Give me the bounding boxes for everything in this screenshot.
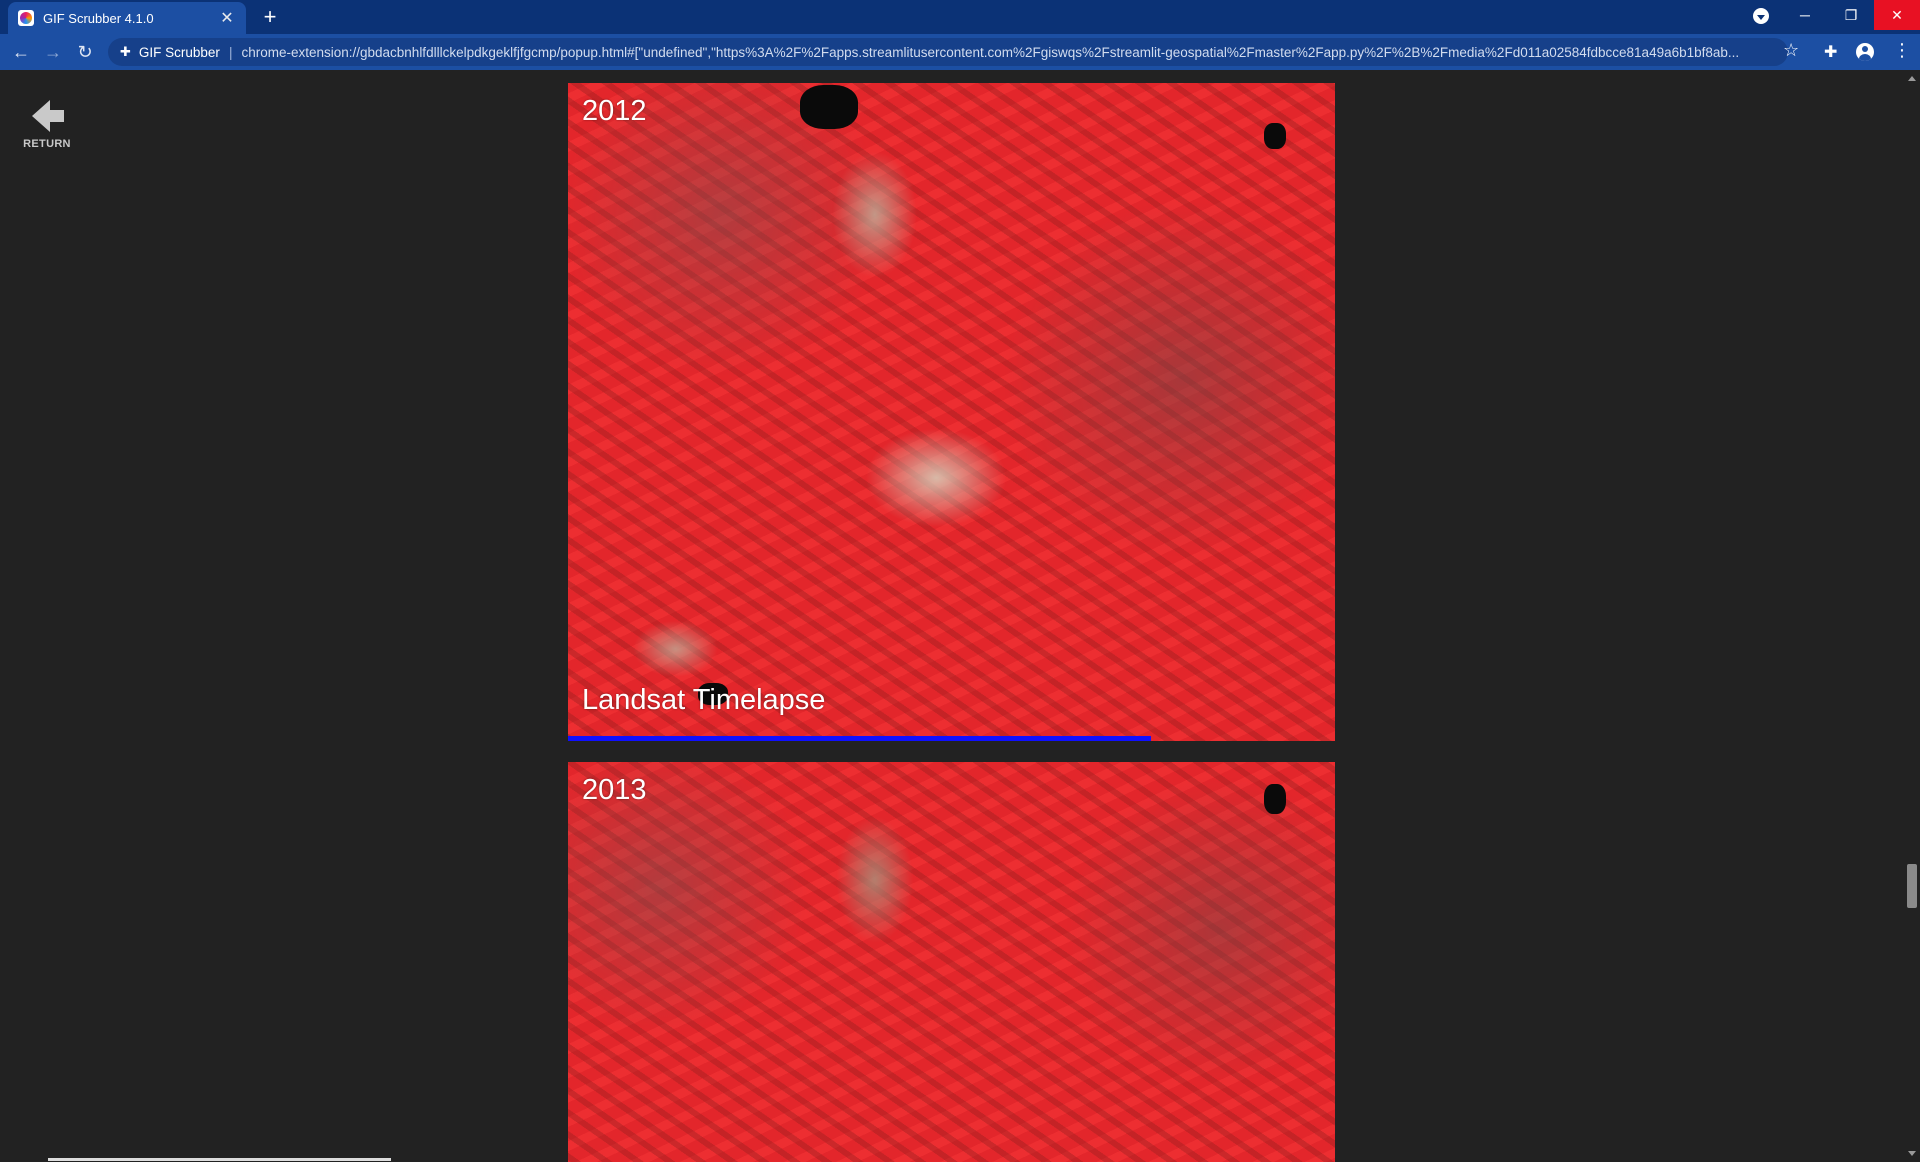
profile-avatar-icon[interactable] (1856, 43, 1874, 61)
return-arrow-icon (32, 100, 64, 132)
frame-year-label: 2013 (582, 774, 647, 806)
scroll-down-icon[interactable] (1908, 1151, 1916, 1156)
restore-button[interactable]: ❐ (1828, 0, 1874, 30)
frame-progress-bar[interactable] (568, 736, 1335, 741)
extension-puzzle-icon: ✚ (120, 44, 131, 59)
browser-titlebar: GIF Scrubber 4.1.0 ✕ + ─ ❐ ✕ (0, 0, 1920, 34)
minimize-button[interactable]: ─ (1782, 0, 1828, 30)
forward-arrow-icon[interactable]: → (41, 40, 65, 64)
gif-frame-2013[interactable]: 2013 (568, 762, 1335, 1162)
extensions-puzzle-icon[interactable]: ✚ (1824, 42, 1837, 62)
gif-frame-2012[interactable]: 2012 Landsat Timelapse (568, 83, 1335, 741)
frame-progress-fill (568, 736, 1151, 741)
vertical-scrollbar[interactable] (1904, 70, 1920, 1162)
frame-year-label: 2012 (582, 95, 647, 127)
gif-scrubber-favicon-icon (18, 10, 34, 26)
return-button[interactable]: RETURN (22, 100, 72, 160)
gif-scrubber-page: RETURN 2012 Landsat Timelapse 2013 (0, 70, 1920, 1162)
tab-close-icon[interactable]: ✕ (218, 8, 236, 28)
address-bar[interactable]: ✚ GIF Scrubber | chrome-extension://gbda… (108, 38, 1788, 66)
horizontal-scroll-indicator[interactable] (48, 1158, 391, 1161)
browser-menu-icon[interactable]: ⋮ (1893, 40, 1911, 61)
water-body (1264, 784, 1286, 814)
tab-title: GIF Scrubber 4.1.0 (43, 10, 154, 26)
browser-tab[interactable]: GIF Scrubber 4.1.0 ✕ (8, 2, 246, 34)
reload-icon[interactable]: ↻ (73, 40, 97, 64)
address-separator: | (228, 44, 233, 60)
scroll-up-icon[interactable] (1908, 76, 1916, 81)
scroll-thumb[interactable] (1907, 864, 1917, 908)
close-window-button[interactable]: ✕ (1874, 0, 1920, 30)
site-name: GIF Scrubber (138, 44, 220, 60)
return-label: RETURN (23, 138, 71, 150)
bookmark-star-icon[interactable]: ☆ (1783, 40, 1799, 61)
browser-toolbar: ← → ↻ ✚ GIF Scrubber | chrome-extension:… (0, 34, 1920, 70)
new-tab-button[interactable]: + (258, 5, 282, 29)
cloud-shadow (800, 85, 858, 129)
tab-search-icon[interactable] (1753, 8, 1769, 24)
back-arrow-icon[interactable]: ← (9, 40, 33, 64)
url-text: chrome-extension://gbdacbnhlfdlllckelpdk… (241, 44, 1740, 60)
water-body (1264, 123, 1286, 149)
timelapse-caption: Landsat Timelapse (582, 684, 826, 716)
